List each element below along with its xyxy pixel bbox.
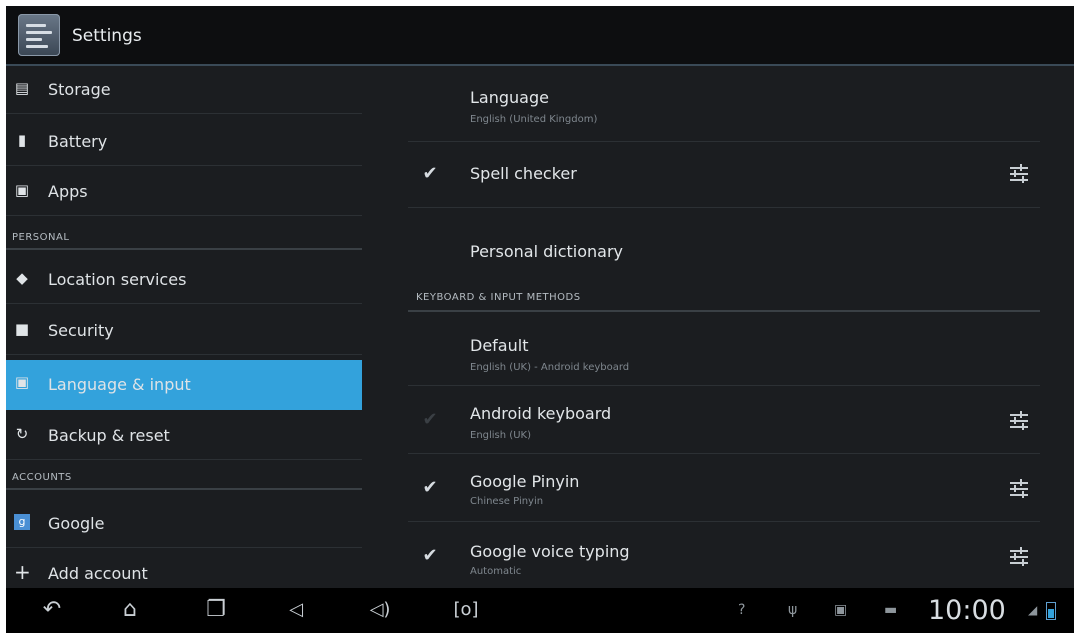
add-icon: +: [14, 560, 31, 584]
settings-sidebar: ▤ Storage ▮ Battery ▣ Apps PERSONAL ◆ Lo…: [6, 66, 364, 588]
battery-icon: ▮: [17, 131, 27, 149]
backup-icon: ↻: [15, 425, 29, 443]
section-header-personal: PERSONAL: [12, 232, 70, 243]
section-divider: [6, 248, 362, 250]
recent-apps-icon[interactable]: ❐: [196, 596, 236, 624]
image-icon: ▣: [834, 602, 848, 618]
sidebar-item-label: Backup & reset: [48, 426, 170, 445]
lock-icon: ■: [14, 320, 30, 338]
volume-up-icon[interactable]: ◁): [362, 596, 398, 624]
pref-default-keyboard[interactable]: Default English (UK) - Android keyboard: [408, 314, 1040, 386]
section-header-accounts: ACCOUNTS: [12, 472, 72, 483]
sidebar-item-label: Add account: [48, 564, 148, 583]
sidebar-item-label: Security: [48, 321, 114, 340]
spell-checker-settings-icon[interactable]: [1008, 163, 1030, 185]
location-icon: ◆: [16, 269, 28, 287]
pref-summary: Chinese Pinyin: [470, 496, 544, 507]
keyboard-icon: ▬: [884, 602, 898, 618]
pref-summary: English (United Kingdom): [470, 114, 598, 125]
pref-summary: English (UK): [470, 430, 531, 441]
sidebar-item-google[interactable]: g Google: [6, 500, 362, 548]
device-screen: Settings ▤ Storage ▮ Battery ▣ Apps PERS…: [6, 6, 1074, 633]
pref-android-keyboard[interactable]: ✔ Android keyboard English (UK): [408, 386, 1040, 454]
home-icon[interactable]: ⌂: [110, 596, 150, 624]
google-pinyin-checkbox[interactable]: ✔: [420, 478, 440, 498]
google-voice-typing-checkbox[interactable]: ✔: [420, 546, 440, 566]
sidebar-item-language-input[interactable]: ▣ Language & input: [6, 360, 362, 410]
pref-google-voice-typing[interactable]: ✔ Google voice typing Automatic: [408, 522, 1040, 588]
system-bar: ↶ ⌂ ❐ ◁ ◁) [o] ? ψ ▣ ▬ 10:00 ◢: [6, 588, 1074, 633]
pref-personal-dictionary[interactable]: Personal dictionary: [408, 208, 1040, 276]
pref-spell-checker[interactable]: ✔ Spell checker: [408, 142, 1040, 208]
volume-down-icon[interactable]: ◁: [278, 596, 314, 624]
sidebar-item-label: Storage: [48, 80, 111, 99]
pref-title: Google Pinyin: [470, 472, 580, 491]
sidebar-item-battery[interactable]: ▮ Battery: [6, 118, 362, 166]
android-keyboard-settings-icon[interactable]: [1008, 410, 1030, 432]
signal-icon: ◢: [1028, 603, 1038, 617]
sidebar-item-label: Apps: [48, 182, 88, 201]
sidebar-item-location-services[interactable]: ◆ Location services: [6, 256, 362, 304]
language-icon: ▣: [14, 373, 30, 391]
language-input-panel: Language English (United Kingdom) ✔ Spel…: [364, 66, 1074, 588]
google-voice-typing-settings-icon[interactable]: [1008, 546, 1030, 568]
screenshot-icon[interactable]: [o]: [446, 596, 486, 624]
app-title: Settings: [72, 26, 142, 46]
sidebar-item-label: Battery: [48, 132, 108, 151]
usb-icon: ψ: [788, 602, 798, 618]
pref-google-pinyin[interactable]: ✔ Google Pinyin Chinese Pinyin: [408, 454, 1040, 522]
pref-language[interactable]: Language English (United Kingdom): [408, 66, 1040, 142]
unknown-icon: ?: [738, 602, 746, 618]
google-account-icon: g: [14, 514, 30, 530]
android-keyboard-checkbox[interactable]: ✔: [420, 410, 440, 430]
action-bar: Settings: [6, 6, 1074, 66]
section-divider: [408, 310, 1040, 312]
pref-title: Android keyboard: [470, 404, 612, 423]
google-pinyin-settings-icon[interactable]: [1008, 478, 1030, 500]
apps-icon: ▣: [14, 181, 30, 199]
pref-summary: English (UK) - Android keyboard: [470, 362, 630, 373]
pref-summary: Automatic: [470, 566, 522, 577]
sidebar-item-label: Google: [48, 514, 105, 533]
clock: 10:00: [928, 595, 1006, 626]
pref-title: Google voice typing: [470, 542, 630, 561]
battery-icon: [1046, 602, 1056, 620]
storage-icon: ▤: [14, 79, 30, 97]
section-header-keyboard: KEYBOARD & INPUT METHODS: [416, 292, 581, 303]
section-divider: [6, 488, 362, 490]
settings-app-icon[interactable]: [18, 14, 60, 56]
back-icon[interactable]: ↶: [32, 596, 72, 624]
pref-title: Language: [470, 88, 549, 107]
sidebar-item-backup-reset[interactable]: ↻ Backup & reset: [6, 412, 362, 460]
spell-checker-checkbox[interactable]: ✔: [420, 164, 440, 184]
pref-title: Personal dictionary: [470, 242, 623, 261]
sidebar-item-security[interactable]: ■ Security: [6, 307, 362, 355]
pref-title: Default: [470, 336, 529, 355]
sidebar-item-storage[interactable]: ▤ Storage: [6, 66, 362, 114]
sidebar-item-apps[interactable]: ▣ Apps: [6, 168, 362, 216]
pref-title: Spell checker: [470, 164, 577, 183]
sidebar-item-label: Location services: [48, 270, 187, 289]
sidebar-item-label: Language & input: [48, 375, 191, 394]
